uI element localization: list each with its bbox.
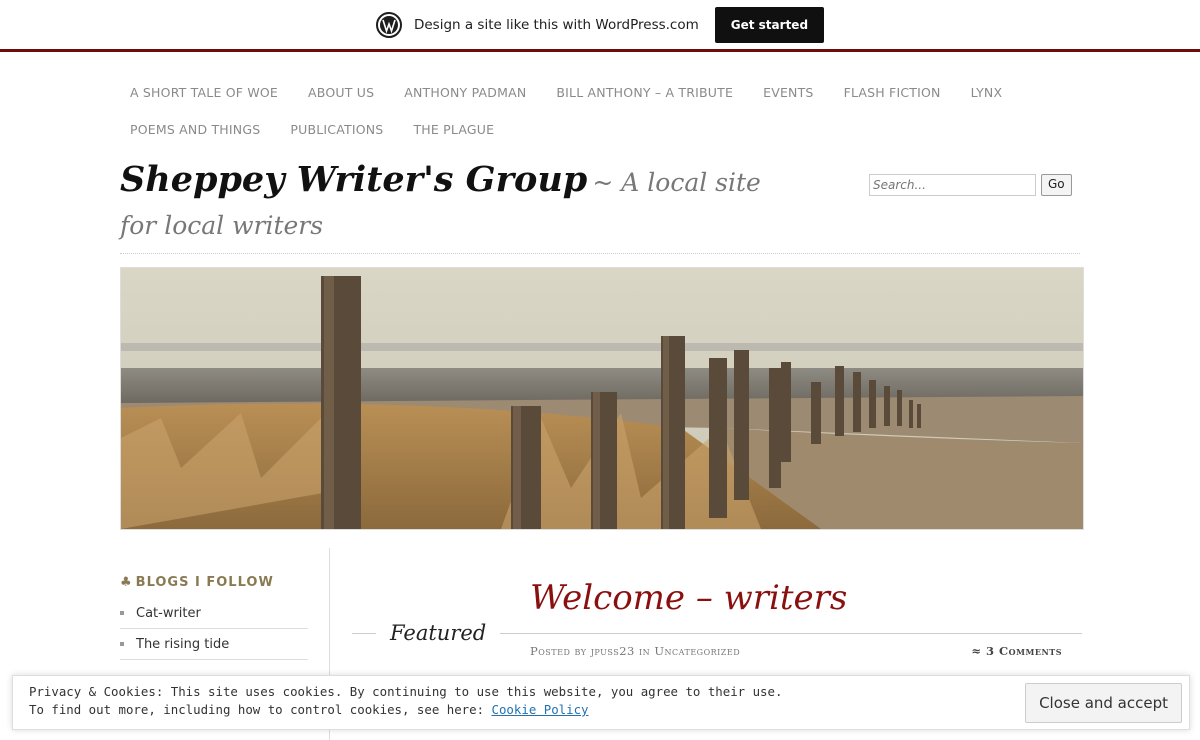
nav-item-bill-anthony[interactable]: BILL ANTHONY – A TRIBUTE [541, 85, 748, 100]
search-input[interactable] [869, 174, 1036, 196]
nav-item-lynx[interactable]: LYNX [956, 85, 1018, 100]
blog-link-cat-writer[interactable]: Cat-writer [136, 606, 201, 621]
list-item[interactable]: The rising tide [120, 629, 308, 660]
cookie-text: Privacy & Cookies: This site uses cookie… [29, 683, 782, 719]
nav-item-publications[interactable]: PUBLICATIONS [275, 122, 398, 137]
beach-posts-image [121, 268, 1083, 529]
featured-heading: Featured [352, 620, 1082, 646]
site-title[interactable]: Sheppey Writer's Group [120, 159, 587, 200]
nav-item-poems[interactable]: POEMS AND THINGS [115, 122, 275, 137]
club-icon: ♣ [120, 575, 133, 590]
close-and-accept-button[interactable]: Close and accept [1025, 683, 1182, 723]
wordpress-logo-icon[interactable] [375, 11, 402, 38]
nav-item-short-tale[interactable]: A SHORT TALE OF WOE [115, 85, 293, 100]
promo-text: Design a site like this with WordPress.c… [413, 16, 699, 33]
post-byline: Posted by jpuss23 in Uncategorized [530, 644, 741, 658]
list-item[interactable]: Cat-writer [120, 598, 308, 629]
post-meta: Posted by jpuss23 in Uncategorized ≈ 3 C… [530, 644, 1062, 658]
nav-item-the-plague[interactable]: THE PLAGUE [398, 122, 509, 137]
category-link[interactable]: Uncategorized [654, 644, 740, 658]
header-image [120, 267, 1084, 530]
cookie-policy-link[interactable]: Cookie Policy [492, 702, 589, 717]
wordpress-promo-bar: Design a site like this with WordPress.c… [0, 0, 1200, 52]
author-link[interactable]: jpuss23 [591, 644, 635, 658]
cookie-line-2: To find out more, including how to contr… [29, 702, 589, 717]
blogs-i-follow-title: ♣ Blogs I Follow [120, 575, 274, 590]
nav-item-events[interactable]: EVENTS [748, 85, 828, 100]
cookie-line-1: Privacy & Cookies: This site uses cookie… [29, 684, 783, 699]
cookie-banner: Privacy & Cookies: This site uses cookie… [12, 675, 1190, 730]
nav-item-about-us[interactable]: ABOUT US [293, 85, 389, 100]
get-started-button[interactable]: Get started [714, 6, 825, 43]
post-title[interactable]: Welcome – writers [530, 578, 847, 618]
sidebar: ♣ Blogs I Follow Cat-writer The rising ti… [120, 575, 308, 660]
search-go-button[interactable]: Go [1041, 174, 1072, 196]
featured-label: Featured [376, 620, 501, 646]
bullet-icon [120, 642, 124, 646]
comments-link[interactable]: ≈ 3 Comments [971, 644, 1062, 658]
search-form: Go [869, 174, 1072, 196]
bullet-icon [120, 611, 124, 615]
nav-item-anthony-padman[interactable]: ANTHONY PADMAN [389, 85, 541, 100]
nav-row-1: A SHORT TALE OF WOE ABOUT US ANTHONY PAD… [115, 74, 1075, 111]
nav-row-2: POEMS AND THINGS PUBLICATIONS THE PLAGUE [115, 111, 1075, 148]
blog-link-rising-tide[interactable]: The rising tide [136, 637, 229, 652]
main-navigation: A SHORT TALE OF WOE ABOUT US ANTHONY PAD… [115, 74, 1075, 148]
nav-item-flash-fiction[interactable]: FLASH FICTION [829, 85, 956, 100]
